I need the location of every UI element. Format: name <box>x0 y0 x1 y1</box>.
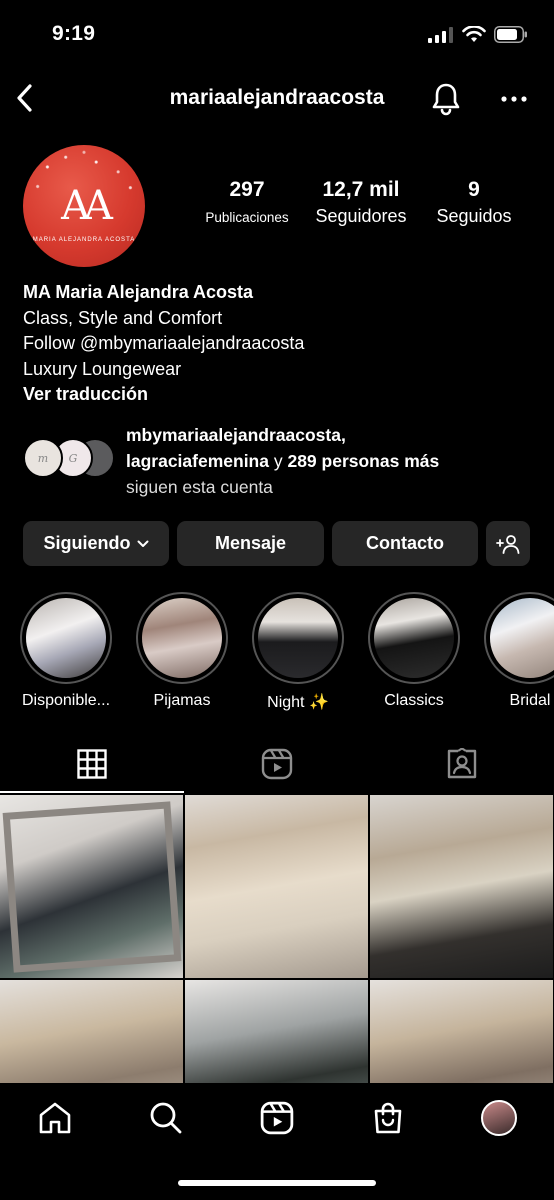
nav-search[interactable] <box>136 1095 196 1141</box>
nav-profile[interactable] <box>469 1095 529 1141</box>
battery-icon <box>494 26 527 43</box>
highlight-bridal[interactable]: Bridal <box>472 592 554 710</box>
cellular-signal-icon <box>428 26 453 43</box>
highlight-label: Pijamas <box>153 692 211 709</box>
reels-icon <box>260 1101 294 1135</box>
highlight-cover <box>490 598 554 678</box>
followed-by-conjunction: y <box>268 451 288 471</box>
highlight-cover <box>26 598 106 678</box>
highlight-label: Night ✨ <box>267 694 329 711</box>
nav-shop[interactable] <box>358 1095 418 1141</box>
highlight-cover <box>374 598 454 678</box>
message-button-label: Mensaje <box>214 533 287 553</box>
highlight-cover <box>258 598 338 678</box>
active-tab-indicator <box>0 791 184 793</box>
following-label: Seguidos <box>436 206 512 226</box>
tab-reels[interactable] <box>185 735 369 793</box>
see-translation-link[interactable]: Ver traducción <box>23 382 533 408</box>
highlight-ring <box>484 592 554 684</box>
status-time: 9:19 <box>52 22 96 45</box>
shop-icon <box>374 1102 402 1134</box>
contact-button-label: Contacto <box>366 533 444 553</box>
followed-by-suffix: siguen esta cuenta <box>126 477 273 497</box>
nav-home[interactable] <box>25 1095 85 1141</box>
bell-icon <box>432 83 460 116</box>
add-user-icon <box>496 534 520 554</box>
message-button[interactable]: Mensaje <box>177 521 324 566</box>
avatar-brand: MARIA ALEJANDRA ACOSTA <box>32 237 136 243</box>
post-thumbnail[interactable] <box>370 795 553 978</box>
reels-icon <box>261 748 293 780</box>
wifi-icon <box>462 26 486 42</box>
following-count: 9 <box>468 178 480 201</box>
profile-username: mariaalejandraacosta <box>0 86 554 110</box>
posts-stat[interactable]: 297 Publicaciones <box>195 178 299 225</box>
highlight-disponible[interactable]: Disponible... <box>8 592 124 710</box>
nav-profile-avatar <box>481 1100 517 1136</box>
post-thumbnail[interactable] <box>185 795 368 978</box>
followed-by-others: 289 personas más <box>287 451 440 471</box>
posts-label: Publicaciones <box>205 210 289 225</box>
highlight-ring <box>136 592 228 684</box>
bio-name: MA Maria Alejandra Acosta <box>23 282 254 302</box>
tab-tagged[interactable] <box>370 735 554 793</box>
highlight-ring <box>368 592 460 684</box>
following-button-label: Siguiendo <box>43 533 131 553</box>
photo-frame-detail <box>2 801 182 973</box>
profile-actions: Siguiendo Mensaje Contacto <box>23 521 533 567</box>
post-thumbnail[interactable] <box>0 980 183 1085</box>
profile-header: mariaalejandraacosta <box>0 72 554 126</box>
home-icon <box>39 1102 71 1134</box>
followed-by-avatars: m G <box>23 438 115 480</box>
highlight-ring <box>252 592 344 684</box>
highlight-label: Disponible... <box>21 692 111 709</box>
posts-count: 297 <box>229 178 265 201</box>
nav-reels[interactable] <box>247 1095 307 1141</box>
tagged-icon <box>447 748 477 779</box>
profile-stats: 297 Publicaciones 12,7 mil Seguidores 9 … <box>190 178 530 238</box>
followed-by-user-1: mbymariaalejandraacosta, <box>126 425 346 445</box>
highlight-pijamas[interactable]: Pijamas <box>124 592 240 710</box>
post-thumbnail[interactable] <box>185 980 368 1085</box>
profile-avatar[interactable]: AA MARIA ALEJANDRA ACOSTA <box>23 145 145 267</box>
profile-bio: MA Maria Alejandra Acosta Class, Style a… <box>23 280 533 408</box>
bio-line-3: Luxury Loungewear <box>23 358 182 379</box>
suggested-users-button[interactable] <box>486 521 530 566</box>
bio-line-1: Class, Style and Comfort <box>23 307 223 328</box>
following-stat[interactable]: 9 Seguidos <box>426 178 522 227</box>
notifications-button[interactable] <box>428 80 464 118</box>
highlight-classics[interactable]: Classics <box>356 592 472 710</box>
search-icon <box>150 1102 182 1134</box>
avatar-monogram: AA <box>61 183 113 229</box>
followers-stat[interactable]: 12,7 mil Seguidores <box>308 178 414 227</box>
tab-posts-grid[interactable] <box>0 735 184 793</box>
more-options-button[interactable] <box>496 82 532 116</box>
profile-tabs <box>0 735 554 793</box>
highlight-label: Bridal <box>509 692 551 709</box>
posts-grid <box>0 795 554 1085</box>
following-button[interactable]: Siguiendo <box>23 521 169 566</box>
status-bar: 9:19 <box>0 0 554 70</box>
highlight-night[interactable]: Night ✨ <box>240 592 356 712</box>
username-text: mariaalejandraacosta <box>169 86 385 109</box>
followers-count: 12,7 mil <box>322 178 400 201</box>
post-thumbnail[interactable] <box>0 795 183 978</box>
more-icon <box>501 96 527 102</box>
bio-line-2[interactable]: Follow @mbymariaalejandraacosta <box>23 331 533 357</box>
post-thumbnail[interactable] <box>370 980 553 1085</box>
highlight-label: Classics <box>384 692 444 709</box>
highlight-ring <box>20 592 112 684</box>
follower-avatar: m <box>23 438 63 478</box>
followed-by-user-2: lagraciafemenina <box>126 451 269 471</box>
status-icons <box>428 26 528 43</box>
followed-by[interactable]: m G mbymariaalejandraacosta, lagraciafem… <box>23 422 533 498</box>
highlight-cover <box>142 598 222 678</box>
followers-label: Seguidores <box>315 206 407 226</box>
chevron-down-icon <box>137 540 148 547</box>
followed-by-text: mbymariaalejandraacosta, lagraciafemenin… <box>126 422 536 500</box>
home-indicator <box>178 1180 376 1186</box>
story-highlights: Disponible... Pijamas Night ✨ Classics B… <box>0 592 554 712</box>
grid-icon <box>77 749 107 779</box>
contact-button[interactable]: Contacto <box>332 521 478 566</box>
